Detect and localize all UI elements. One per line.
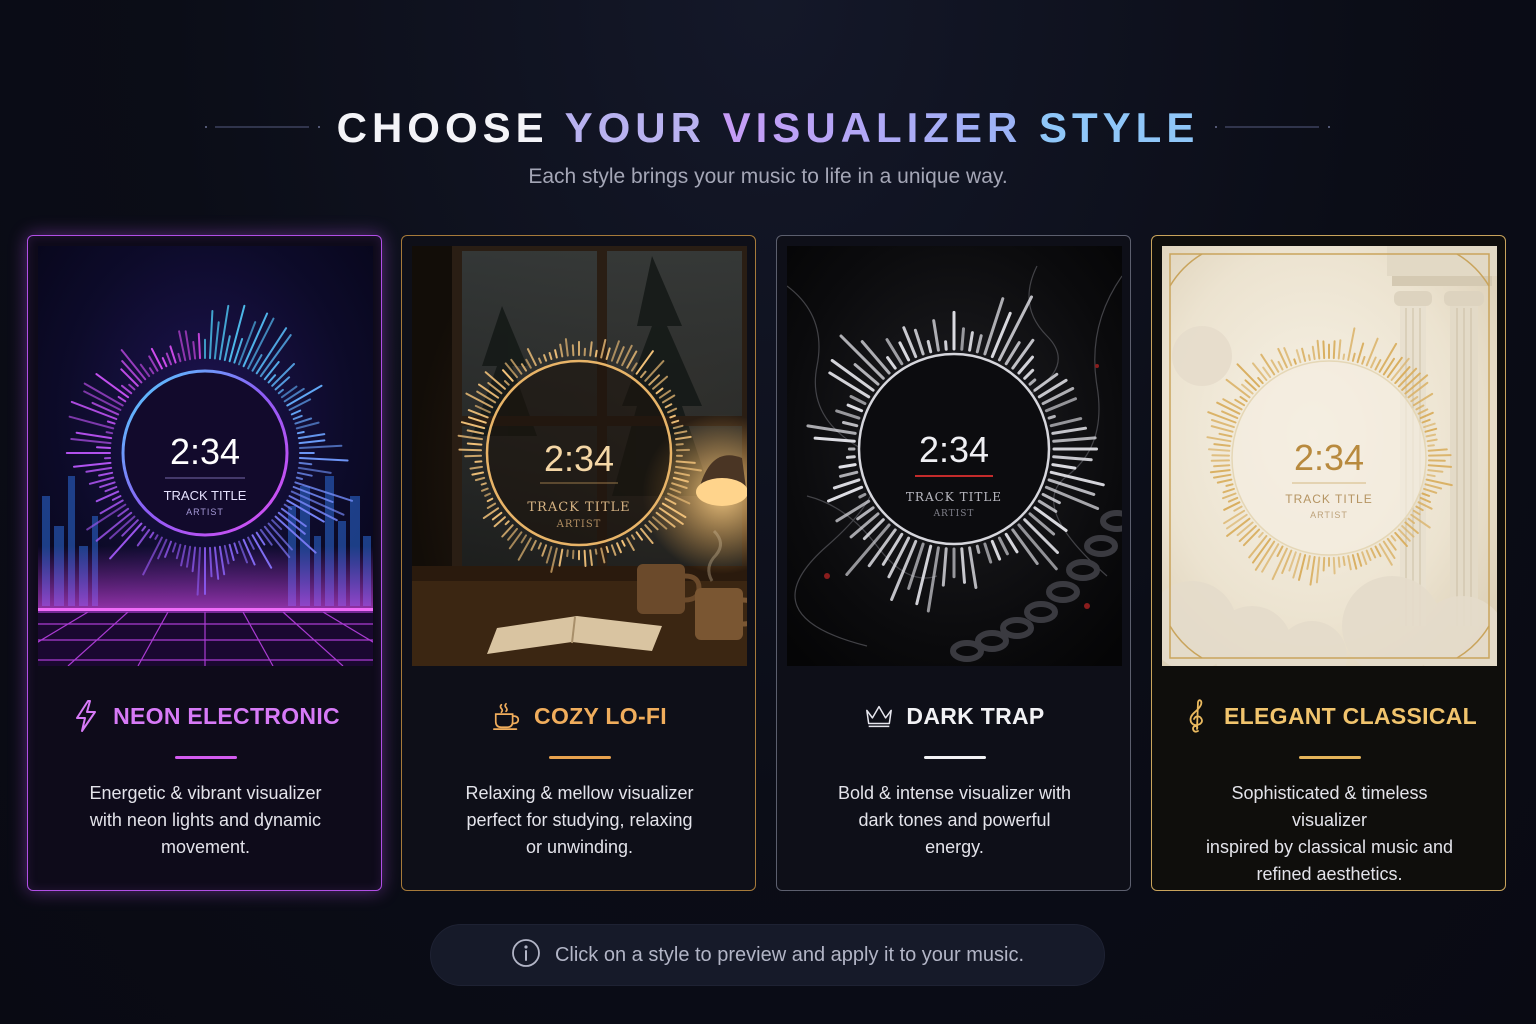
- spectrum-bar: [975, 544, 981, 554]
- spectrum-bar: [298, 461, 313, 466]
- spectrum-bar: [1342, 556, 1346, 566]
- page-title: CHOOSE YOUR VISUALIZER STYLE: [0, 100, 1536, 156]
- style-card-dark-trap[interactable]: 2:34 TRACK TITLE ARTIST DARK TRAP Bold &…: [776, 235, 1131, 891]
- spectrum-bar: [295, 476, 303, 480]
- spectrum-bar: [1426, 473, 1436, 478]
- trap-style-name: DARK TRAP: [906, 702, 1045, 729]
- lofi-time-display: 2:34: [544, 438, 614, 479]
- lofi-track-title: TRACK TITLE: [527, 500, 630, 515]
- hint-text: Click on a style to preview and apply it…: [554, 943, 1025, 966]
- lofi-style-name: COZY LO-FI: [534, 702, 667, 729]
- trap-description: Bold & intense visualizer with dark tone…: [837, 783, 1072, 857]
- spectrum-bar: [566, 549, 569, 558]
- style-card-elegant-classical[interactable]: 2:34 TRACK TITLE ARTIST ELEGANT CLASSICA…: [1151, 235, 1506, 891]
- spectrum-bar: [1427, 444, 1435, 447]
- trap-artist: ARTIST: [933, 509, 975, 519]
- classical-track-title: TRACK TITLE: [1285, 492, 1372, 506]
- classical-preview-image: 2:34 TRACK TITLE ARTIST: [1162, 246, 1497, 666]
- lightning-bolt-icon: [71, 700, 101, 732]
- sound-wave-logo-icon: [734, 41, 801, 87]
- neon-style-name: NEON ELECTRONIC: [113, 702, 340, 729]
- classical-time-display: 2:34: [1294, 437, 1364, 478]
- spectrum-bar: [474, 460, 483, 463]
- lofi-preview-image: 2:34 TRACK TITLE ARTIST: [412, 246, 747, 666]
- trap-accent-bar: [924, 756, 986, 759]
- trap-track-title: TRACK TITLE: [906, 490, 1002, 504]
- trap-card-info: DARK TRAP Bold & intense visualizer with…: [777, 666, 1130, 890]
- title-word-choose: CHOOSE: [336, 104, 549, 151]
- spectrum-bar: [960, 327, 965, 351]
- lofi-description: Relaxing & mellow visualizer perfect for…: [465, 783, 694, 857]
- trap-preview-image: 2:34 TRACK TITLE ARTIST: [787, 246, 1122, 666]
- lofi-card-info: COZY LO-FI Relaxing & mellow visualizer …: [402, 666, 755, 890]
- treble-clef-icon: [1182, 699, 1212, 733]
- spectrum-bar: [1322, 556, 1326, 572]
- trap-time-display: 2:34: [919, 429, 989, 470]
- title-rule-right: [1215, 126, 1330, 128]
- style-card-neon-electronic[interactable]: 2:34 TRACK TITLE ARTIST NEON ELECTRONIC …: [27, 235, 382, 891]
- classical-artist: ARTIST: [1310, 510, 1348, 520]
- neon-time-display: 2:34: [170, 431, 240, 472]
- coffee-cup-icon: [492, 700, 522, 732]
- spectrum-bar: [1342, 353, 1346, 360]
- crown-icon: [864, 700, 894, 732]
- spectrum-bar: [458, 448, 482, 452]
- spectrum-bar: [571, 344, 575, 357]
- spectrum-bar: [1332, 340, 1336, 360]
- spectrum-bar: [944, 340, 948, 351]
- style-card-cozy-lofi[interactable]: 2:34 TRACK TITLE ARTIST COZY LO-FI Relax…: [401, 235, 756, 891]
- classical-card-info: ELEGANT CLASSICAL Sophisticated & timele…: [1152, 666, 1505, 890]
- spectrum-bar: [1322, 340, 1326, 360]
- spectrum-bar: [583, 549, 587, 567]
- spectrum-bar: [594, 548, 598, 555]
- page-subtitle: Each style brings your music to life in …: [528, 165, 1008, 188]
- title-word-your: YOUR: [564, 104, 706, 151]
- spectrum-bar: [1307, 354, 1311, 361]
- neon-artist: ARTIST: [186, 507, 224, 517]
- spectrum-bar: [1427, 448, 1448, 452]
- lofi-accent-bar: [549, 756, 611, 759]
- classical-style-name: ELEGANT CLASSICAL: [1224, 702, 1477, 729]
- spectrum-bar: [594, 349, 598, 358]
- neon-preview-image: 2:34 TRACK TITLE ARTIST: [38, 246, 373, 666]
- hint-banner: Click on a style to preview and apply it…: [430, 924, 1105, 986]
- spectrum-bar: [1428, 454, 1452, 457]
- spectrum-bar: [96, 446, 112, 449]
- spectrum-bar: [466, 442, 483, 446]
- title-word-visualizer: VISUALIZER: [722, 104, 1023, 151]
- spectrum-bar: [1332, 556, 1336, 575]
- title-row: CHOOSE YOUR VISUALIZER STYLE: [0, 100, 1536, 156]
- neon-track-title: TRACK TITLE: [164, 488, 247, 503]
- title-word-style: STYLE: [1038, 104, 1200, 151]
- spectrum-bar: [675, 443, 684, 446]
- spectrum-bar: [1213, 464, 1231, 468]
- spectrum-bar: [197, 332, 201, 360]
- neon-card-info: NEON ELECTRONIC Energetic & vibrant visu…: [28, 666, 381, 890]
- spectrum-bar: [296, 431, 305, 435]
- spectrum-bar: [1337, 556, 1341, 568]
- lofi-artist: ARTIST: [556, 519, 602, 530]
- neon-accent-bar: [175, 756, 237, 759]
- spectrum-bar: [845, 455, 856, 459]
- neon-description: Energetic & vibrant visualizer with neon…: [89, 783, 322, 857]
- classical-accent-bar: [1299, 756, 1361, 759]
- spectrum-bar: [480, 482, 487, 486]
- spectrum-bar: [1293, 358, 1297, 365]
- spectrum-bar: [105, 431, 114, 435]
- info-icon: [511, 938, 541, 973]
- spectrum-bar: [1047, 414, 1056, 420]
- classical-description: Sophisticated & timeless visualizer insp…: [1205, 783, 1454, 884]
